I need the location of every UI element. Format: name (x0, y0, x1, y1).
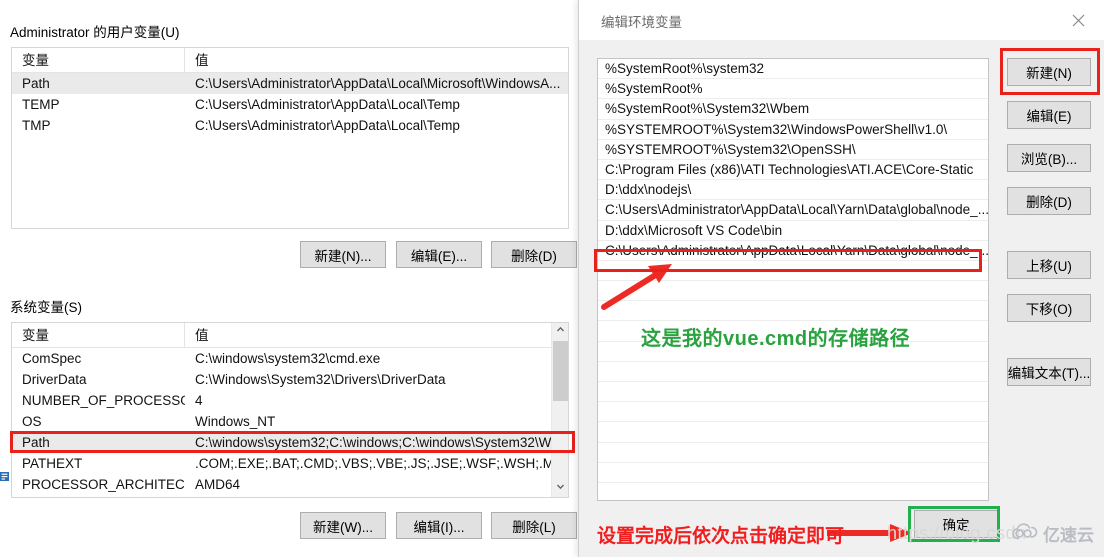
system-variables-rows: ComSpec C:\windows\system32\cmd.exe Driver… (12, 348, 568, 495)
cloud-icon (1012, 523, 1038, 544)
path-entry-empty-row[interactable] (598, 422, 988, 443)
path-entry-empty-row[interactable] (598, 463, 988, 483)
system-edit-button[interactable]: 编辑(I)... (396, 512, 482, 539)
variable-name-cell: Path (22, 435, 50, 450)
path-entry-empty-row[interactable] (598, 443, 988, 463)
path-entries-listbox[interactable]: %SystemRoot%\system32 %SystemRoot% %System… (597, 58, 989, 501)
table-row[interactable]: PATHEXT .COM;.EXE;.BAT;.CMD;.VBS;.VBE;.JS… (12, 453, 551, 474)
path-entry-row[interactable]: %SYSTEMROOT%\System32\OpenSSH\ (598, 140, 988, 160)
move-up-button[interactable]: 上移(U) (1007, 251, 1091, 279)
system-delete-button[interactable]: 删除(L) (491, 512, 577, 539)
column-header-variable: 变量 (12, 323, 185, 348)
variable-name-cell: DriverData (22, 372, 87, 387)
path-entry-empty-row[interactable] (598, 261, 988, 282)
column-header-variable: 变量 (12, 48, 185, 73)
system-variables-scrollbar[interactable] (551, 323, 568, 497)
table-row[interactable]: Path C:\windows\system32;C:\windows;C:\wi… (12, 432, 551, 453)
watermark-url: https://blog.csdn (887, 523, 1027, 543)
variable-name-cell: OS (22, 414, 42, 429)
dialog-body: %SystemRoot%\system32 %SystemRoot% %System… (579, 40, 1104, 557)
watermark-logo: 亿速云 (1012, 521, 1094, 546)
path-entry-row[interactable]: C:\Users\Administrator\AppData\Local\Yar… (598, 241, 988, 261)
user-edit-button[interactable]: 编辑(E)... (396, 241, 482, 268)
variable-value-cell: 4 (195, 393, 203, 408)
variable-value-cell: Windows_NT (195, 414, 276, 429)
chevron-up-icon[interactable] (552, 323, 568, 340)
column-header-value: 值 (195, 52, 209, 68)
delete-button[interactable]: 删除(D) (1007, 187, 1091, 215)
system-variables-header: 变量 值 (12, 323, 568, 348)
red-annotation-note: 设置完成后依次点击确定即可 (597, 526, 845, 547)
variable-name-cell: PROCESSOR_ARCHITECT... (22, 477, 185, 492)
edit-text-button[interactable]: 编辑文本(T)... (1007, 358, 1091, 386)
path-entry-empty-row[interactable] (598, 382, 988, 403)
path-entry-row[interactable]: %SYSTEMROOT%\System32\WindowsPowerShell\… (598, 120, 988, 140)
path-entry-row[interactable]: D:\ddx\nodejs\ (598, 180, 988, 201)
path-entry-empty-row[interactable] (598, 362, 988, 382)
path-entry-row[interactable]: C:\Program Files (x86)\ATI Technologies\… (598, 160, 988, 181)
dialog-title: 编辑环境变量 (601, 15, 682, 30)
variable-value-cell: C:\windows\system32;C:\windows;C:\window… (195, 435, 551, 450)
browse-button[interactable]: 浏览(B)... (1007, 144, 1091, 172)
green-annotation-note: 这是我的vue.cmd的存储路径 (641, 328, 911, 350)
user-variables-label: Administrator 的用户变量(U) (10, 25, 180, 40)
variable-value-cell: C:\Users\Administrator\AppData\Local\Mic… (195, 76, 561, 91)
user-variables-header: 变量 值 (12, 48, 568, 73)
variable-name-cell: NUMBER_OF_PROCESSORS (22, 393, 185, 408)
variable-value-cell: C:\Windows\System32\Drivers\DriverData (195, 372, 446, 387)
table-row[interactable]: PROCESSOR_ARCHITECT... AMD64 (12, 474, 551, 495)
variable-name-cell: ComSpec (22, 351, 82, 366)
close-icon[interactable] (1058, 6, 1098, 34)
variable-name-cell: TEMP (22, 97, 60, 112)
table-row[interactable]: ComSpec C:\windows\system32\cmd.exe (12, 348, 551, 369)
watermark-brand: 亿速云 (1043, 526, 1094, 545)
variable-name-cell: TMP (22, 118, 51, 133)
user-variables-rows: Path C:\Users\Administrator\AppData\Local… (12, 73, 568, 136)
user-delete-button[interactable]: 删除(D) (491, 241, 577, 268)
edit-environment-variable-dialog: 编辑环境变量 %SystemRoot%\system32 %SystemRoot%… (578, 0, 1104, 557)
path-entry-row[interactable]: %SystemRoot% (598, 79, 988, 100)
column-header-value: 值 (195, 327, 209, 343)
table-row[interactable]: NUMBER_OF_PROCESSORS 4 (12, 390, 551, 411)
path-entry-empty-row[interactable] (598, 402, 988, 423)
system-new-button[interactable]: 新建(W)... (300, 512, 386, 539)
variable-name-cell: PATHEXT (22, 456, 83, 471)
path-entry-row[interactable]: %SystemRoot%\system32 (598, 59, 988, 80)
system-variables-listview[interactable]: 变量 值 ComSpec C:\windows\system32\cmd.exe D… (11, 322, 569, 498)
scrollbar-thumb[interactable] (553, 341, 568, 401)
variable-value-cell: AMD64 (195, 477, 241, 492)
user-variables-listview[interactable]: 变量 值 Path C:\Users\Administrator\AppData\… (11, 47, 569, 229)
move-down-button[interactable]: 下移(O) (1007, 294, 1091, 322)
path-entry-row[interactable]: D:\ddx\Microsoft VS Code\bin (598, 221, 988, 241)
table-row[interactable]: DriverData C:\Windows\System32\Drivers\Dr… (12, 369, 551, 390)
new-button[interactable]: 新建(N) (1007, 58, 1091, 86)
environment-variables-window: Administrator 的用户变量(U) 变量 值 Path C:\Users… (0, 0, 580, 557)
chevron-down-icon[interactable] (552, 480, 568, 497)
path-entry-empty-row[interactable] (598, 281, 988, 302)
table-row[interactable]: TMP C:\Users\Administrator\AppData\Local\… (12, 115, 568, 136)
user-new-button[interactable]: 新建(N)... (300, 241, 386, 268)
table-row[interactable]: Path C:\Users\Administrator\AppData\Local… (12, 73, 568, 94)
path-entry-empty-row[interactable] (598, 301, 988, 322)
variable-value-cell: .COM;.EXE;.BAT;.CMD;.VBS;.VBE;.JS;.JSE;.… (195, 456, 551, 471)
path-entry-row[interactable]: %SystemRoot%\System32\Wbem (598, 99, 988, 120)
edit-button[interactable]: 编辑(E) (1007, 101, 1091, 129)
table-row[interactable]: OS Windows_NT (12, 411, 551, 432)
taskbar-app-icon[interactable] (0, 470, 11, 484)
variable-value-cell: C:\Users\Administrator\AppData\Local\Tem… (195, 97, 460, 112)
path-entry-empty-row[interactable] (598, 483, 988, 500)
system-variables-label: 系统变量(S) (10, 300, 82, 315)
variable-value-cell: C:\windows\system32\cmd.exe (195, 351, 381, 366)
path-entry-row[interactable]: C:\Users\Administrator\AppData\Local\Yar… (598, 200, 988, 221)
variable-value-cell: C:\Users\Administrator\AppData\Local\Tem… (195, 118, 460, 133)
variable-name-cell: Path (22, 76, 50, 91)
dialog-titlebar: 编辑环境变量 (579, 0, 1104, 40)
table-row[interactable]: TEMP C:\Users\Administrator\AppData\Local… (12, 94, 568, 115)
